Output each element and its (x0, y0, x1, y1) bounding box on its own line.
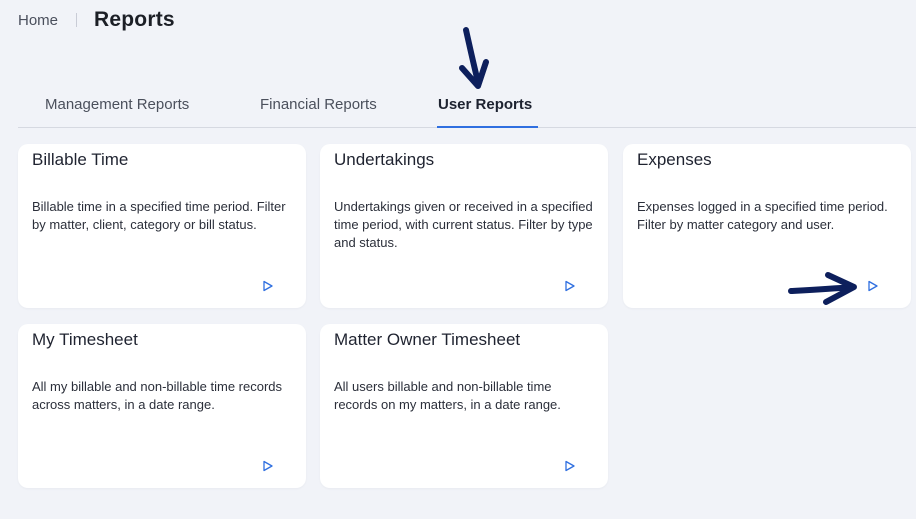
tab-management-reports[interactable]: Management Reports (45, 94, 189, 127)
annotation-arrow-down-icon (459, 27, 489, 89)
play-icon[interactable] (560, 456, 580, 476)
breadcrumb-home-link[interactable]: Home (18, 12, 58, 29)
card-title: Billable Time (32, 150, 129, 169)
report-tabs: Management Reports Financial Reports Use… (18, 86, 916, 128)
tab-financial-reports[interactable]: Financial Reports (260, 94, 377, 127)
card-title: Undertakings (334, 150, 435, 169)
report-card-matter-owner-timesheet[interactable]: Matter Owner Timesheet All users billabl… (320, 324, 608, 488)
play-icon[interactable] (560, 276, 580, 296)
report-card-expenses[interactable]: Expenses Expenses logged in a specified … (623, 144, 911, 308)
reports-page: Home Reports Management Reports Financia… (0, 0, 916, 519)
play-icon[interactable] (258, 456, 278, 476)
page-title: Reports (94, 8, 175, 31)
breadcrumb: Home Reports (18, 6, 175, 34)
card-title: My Timesheet (32, 330, 138, 349)
play-icon[interactable] (863, 276, 883, 296)
report-card-my-timesheet[interactable]: My Timesheet All my billable and non-bil… (18, 324, 306, 488)
card-description: Undertakings given or received in a spec… (334, 199, 593, 250)
play-icon[interactable] (258, 276, 278, 296)
breadcrumb-separator (76, 13, 78, 27)
card-description: All users billable and non-billable time… (334, 379, 561, 412)
report-card-undertakings[interactable]: Undertakings Undertakings given or recei… (320, 144, 608, 308)
card-title: Matter Owner Timesheet (334, 330, 521, 349)
card-description: Expenses logged in a specified time peri… (637, 199, 888, 232)
report-card-billable-time[interactable]: Billable Time Billable time in a specifi… (18, 144, 306, 308)
card-description: All my billable and non-billable time re… (32, 379, 283, 412)
tab-user-reports[interactable]: User Reports (436, 94, 539, 128)
card-description: Billable time in a specified time period… (32, 199, 286, 232)
card-title: Expenses (637, 150, 712, 169)
